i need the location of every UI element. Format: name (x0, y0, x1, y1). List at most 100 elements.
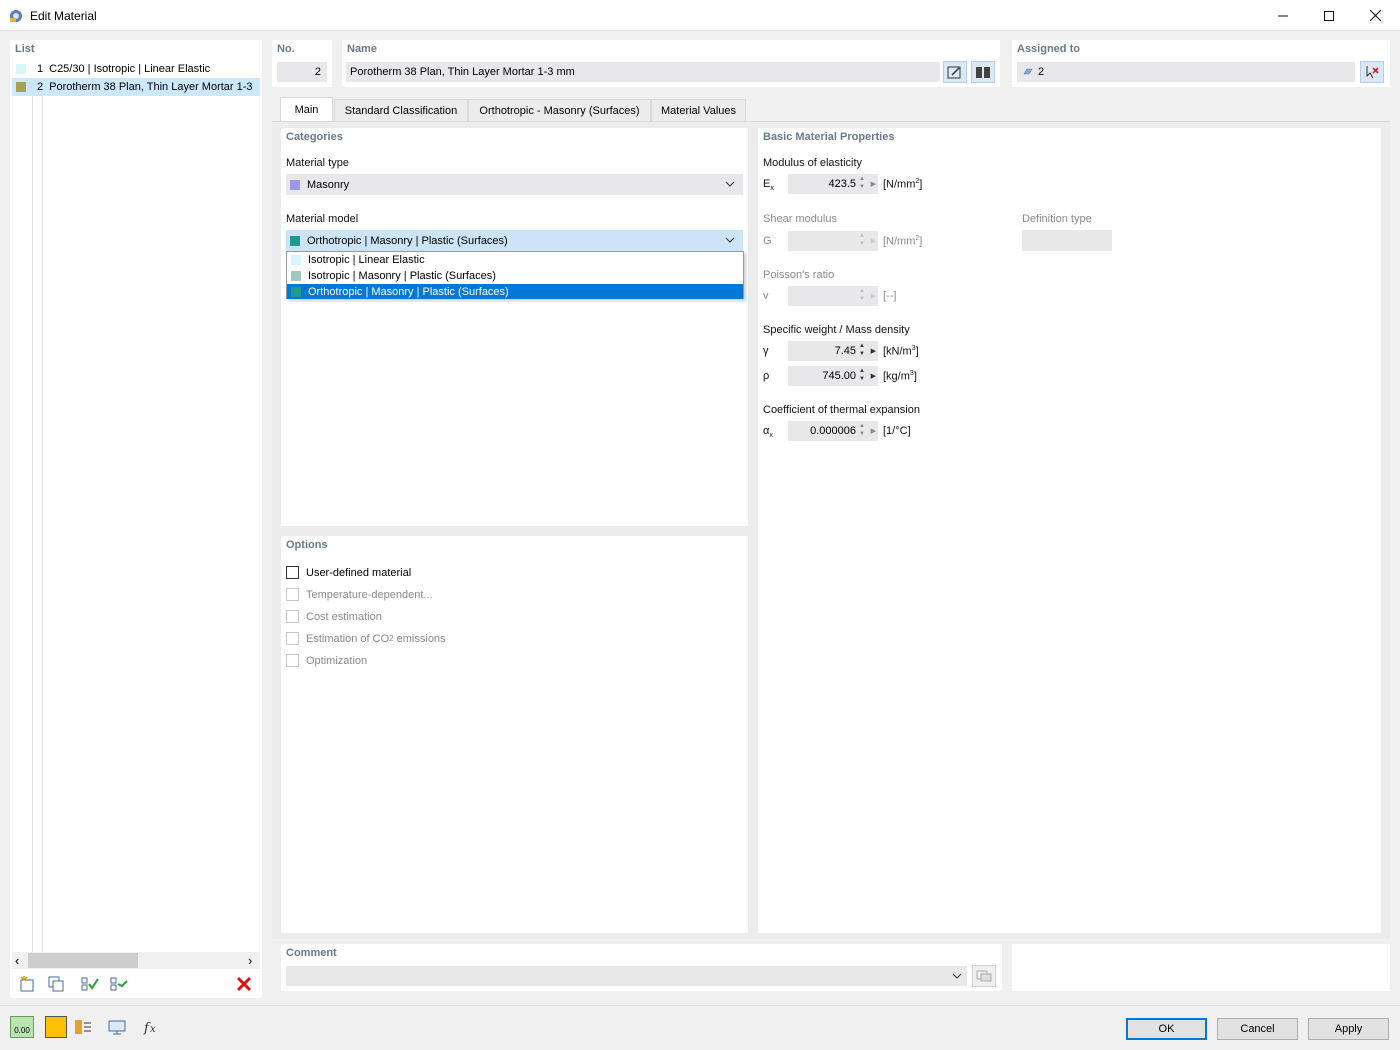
alpha-spin-arrows[interactable]: ▲ ▼ (858, 422, 866, 440)
alpha-symbol-sub: x (769, 432, 773, 440)
tab-material-values[interactable]: Material Values (651, 99, 746, 121)
g-symbol: G (763, 235, 772, 247)
assigned-label: Assigned to (1017, 43, 1080, 55)
uncheck-button[interactable] (106, 973, 132, 995)
material-library-button[interactable] (971, 61, 995, 83)
copy-material-button[interactable] (43, 973, 69, 995)
properties-title: Basic Material Properties (763, 131, 895, 143)
color-button[interactable] (45, 1016, 67, 1038)
categories-title: Categories (286, 131, 343, 143)
material-type-dropdown[interactable]: Masonry (286, 174, 743, 195)
close-button[interactable] (1352, 0, 1398, 31)
g-expand-arrow: ▶ (870, 238, 876, 245)
option-isotropic-masonry-plastic[interactable]: Isotropic | Masonry | Plastic (Surfaces) (287, 268, 743, 284)
rho-input[interactable]: 745.00 ▲ ▼ ▶ (788, 366, 878, 386)
display-properties-button[interactable] (70, 1016, 96, 1038)
gamma-expand-arrow[interactable]: ▶ (871, 347, 876, 355)
material-type-value: Masonry (307, 178, 350, 191)
formula-button[interactable]: fx (138, 1016, 164, 1038)
name-field[interactable]: Porotherm 38 Plan, Thin Layer Mortar 1-3… (346, 62, 940, 82)
number-field[interactable]: 2 (277, 62, 327, 82)
material-model-options-list: Isotropic | Linear Elastic Isotropic | M… (286, 251, 744, 299)
ok-button[interactable]: OK (1126, 1018, 1207, 1040)
alpha-input[interactable]: 0.000006 ▲ ▼ ▶ (788, 421, 878, 441)
window-title: Edit Material (30, 9, 97, 23)
v-spin-arrows: ▲ ▼ (859, 288, 865, 302)
list-item-2-selected[interactable]: 2 Porotherm 38 Plan, Thin Layer Mortar 1… (12, 78, 260, 96)
rho-symbol: ρ (763, 370, 770, 382)
delete-button[interactable] (231, 973, 257, 995)
apply-button[interactable]: Apply (1308, 1018, 1389, 1040)
thermal-expansion-label: Coefficient of thermal expansion (763, 404, 920, 416)
alpha-expand-arrow[interactable]: ▶ (871, 427, 876, 435)
option-label-part: Estimation of CO (306, 632, 390, 645)
temperature-dependent-option: Temperature-dependent... (286, 588, 433, 601)
material-model-dropdown[interactable]: Orthotropic | Masonry | Plastic (Surface… (286, 230, 743, 251)
pick-assignment-button[interactable] (1360, 61, 1384, 83)
ex-unit-main: [N/mm (883, 178, 916, 191)
categories-panel: Categories Material type Masonry Materia… (281, 128, 748, 526)
optimization-option: Optimization (286, 654, 367, 667)
display-properties-icon (75, 1020, 91, 1034)
scroll-left-arrow[interactable]: ‹ (15, 953, 19, 968)
gamma-spin-arrows[interactable]: ▲ ▼ (858, 342, 866, 360)
ex-input[interactable]: 423.5 ▲ ▼ ▶ (788, 174, 878, 194)
option-label-tail: emissions (393, 632, 446, 645)
g-unit-main: [N/mm (883, 235, 916, 248)
option-label: Orthotropic | Masonry | Plastic (Surface… (308, 285, 509, 298)
minimize-button[interactable] (1260, 0, 1306, 31)
cancel-button[interactable]: Cancel (1217, 1018, 1298, 1040)
list-item-1[interactable]: 1 C25/30 | Isotropic | Linear Elastic (12, 60, 260, 78)
option-isotropic-linear-elastic[interactable]: Isotropic | Linear Elastic (287, 252, 743, 268)
ex-spin-arrows[interactable]: ▲ ▼ (858, 175, 866, 193)
chevron-down-icon (725, 237, 735, 243)
cost-estimation-option: Cost estimation (286, 610, 382, 623)
list-horizontal-scrollbar[interactable]: ‹ › (12, 952, 260, 969)
comment-library-button[interactable] (972, 965, 996, 987)
user-defined-material-option[interactable]: User-defined material (286, 566, 411, 579)
option-label: Temperature-dependent... (306, 588, 433, 601)
alpha-value: 0.000006 (810, 425, 856, 437)
gamma-unit-main: [kN/m (883, 345, 912, 358)
new-material-button[interactable] (14, 973, 40, 995)
option-label: Optimization (306, 654, 368, 667)
gamma-unit-end: ] (915, 345, 919, 358)
masonry-color-swatch (290, 179, 300, 190)
name-label: Name (347, 43, 377, 55)
rho-spin-arrows[interactable]: ▲ ▼ (858, 367, 866, 385)
option-orthotropic-masonry-plastic-selected[interactable]: Orthotropic | Masonry | Plastic (Surface… (287, 284, 743, 299)
list-header: List (15, 43, 35, 55)
maximize-icon (1324, 10, 1334, 21)
assigned-field[interactable]: 2 (1017, 62, 1355, 82)
tree-guide (32, 86, 33, 952)
chevron-down-icon (725, 181, 735, 187)
alpha-symbol: αx (763, 425, 773, 439)
tab-standard-classification[interactable]: Standard Classification (334, 99, 468, 121)
gamma-unit: [kN/m3] (883, 345, 919, 358)
minimize-icon (1278, 15, 1288, 16)
temperature-dependent-checkbox (286, 588, 299, 601)
option-label: User-defined material (306, 566, 412, 579)
option-label: Isotropic | Masonry | Plastic (Surfaces) (308, 270, 496, 282)
units-display-button[interactable]: 0.00 (10, 1016, 34, 1038)
rho-unit: [kg/m3] (883, 370, 917, 383)
orthotropic-color-swatch (290, 235, 300, 246)
gamma-input[interactable]: 7.45 ▲ ▼ ▶ (788, 341, 878, 361)
user-defined-checkbox[interactable] (286, 566, 299, 579)
ex-expand-arrow[interactable]: ▶ (871, 180, 876, 188)
tab-main[interactable]: Main (280, 97, 333, 121)
edit-name-button[interactable] (943, 61, 967, 83)
comment-input[interactable] (286, 966, 967, 986)
scrollbar-thumb[interactable] (28, 953, 138, 968)
check-all-button[interactable] (77, 973, 103, 995)
scroll-right-arrow[interactable]: › (248, 953, 252, 968)
basic-properties-panel: Basic Material Properties Modulus of ela… (758, 128, 1381, 933)
tab-orthotropic-masonry[interactable]: Orthotropic - Masonry (Surfaces) (468, 99, 651, 121)
view-button[interactable] (104, 1016, 130, 1038)
rho-unit-end: ] (913, 370, 917, 383)
rho-expand-arrow[interactable]: ▶ (871, 372, 876, 380)
number-panel: No. 2 (272, 40, 332, 87)
comment-label: Comment (286, 947, 337, 959)
maximize-button[interactable] (1306, 0, 1352, 31)
option-label: Cost estimation (306, 610, 382, 623)
